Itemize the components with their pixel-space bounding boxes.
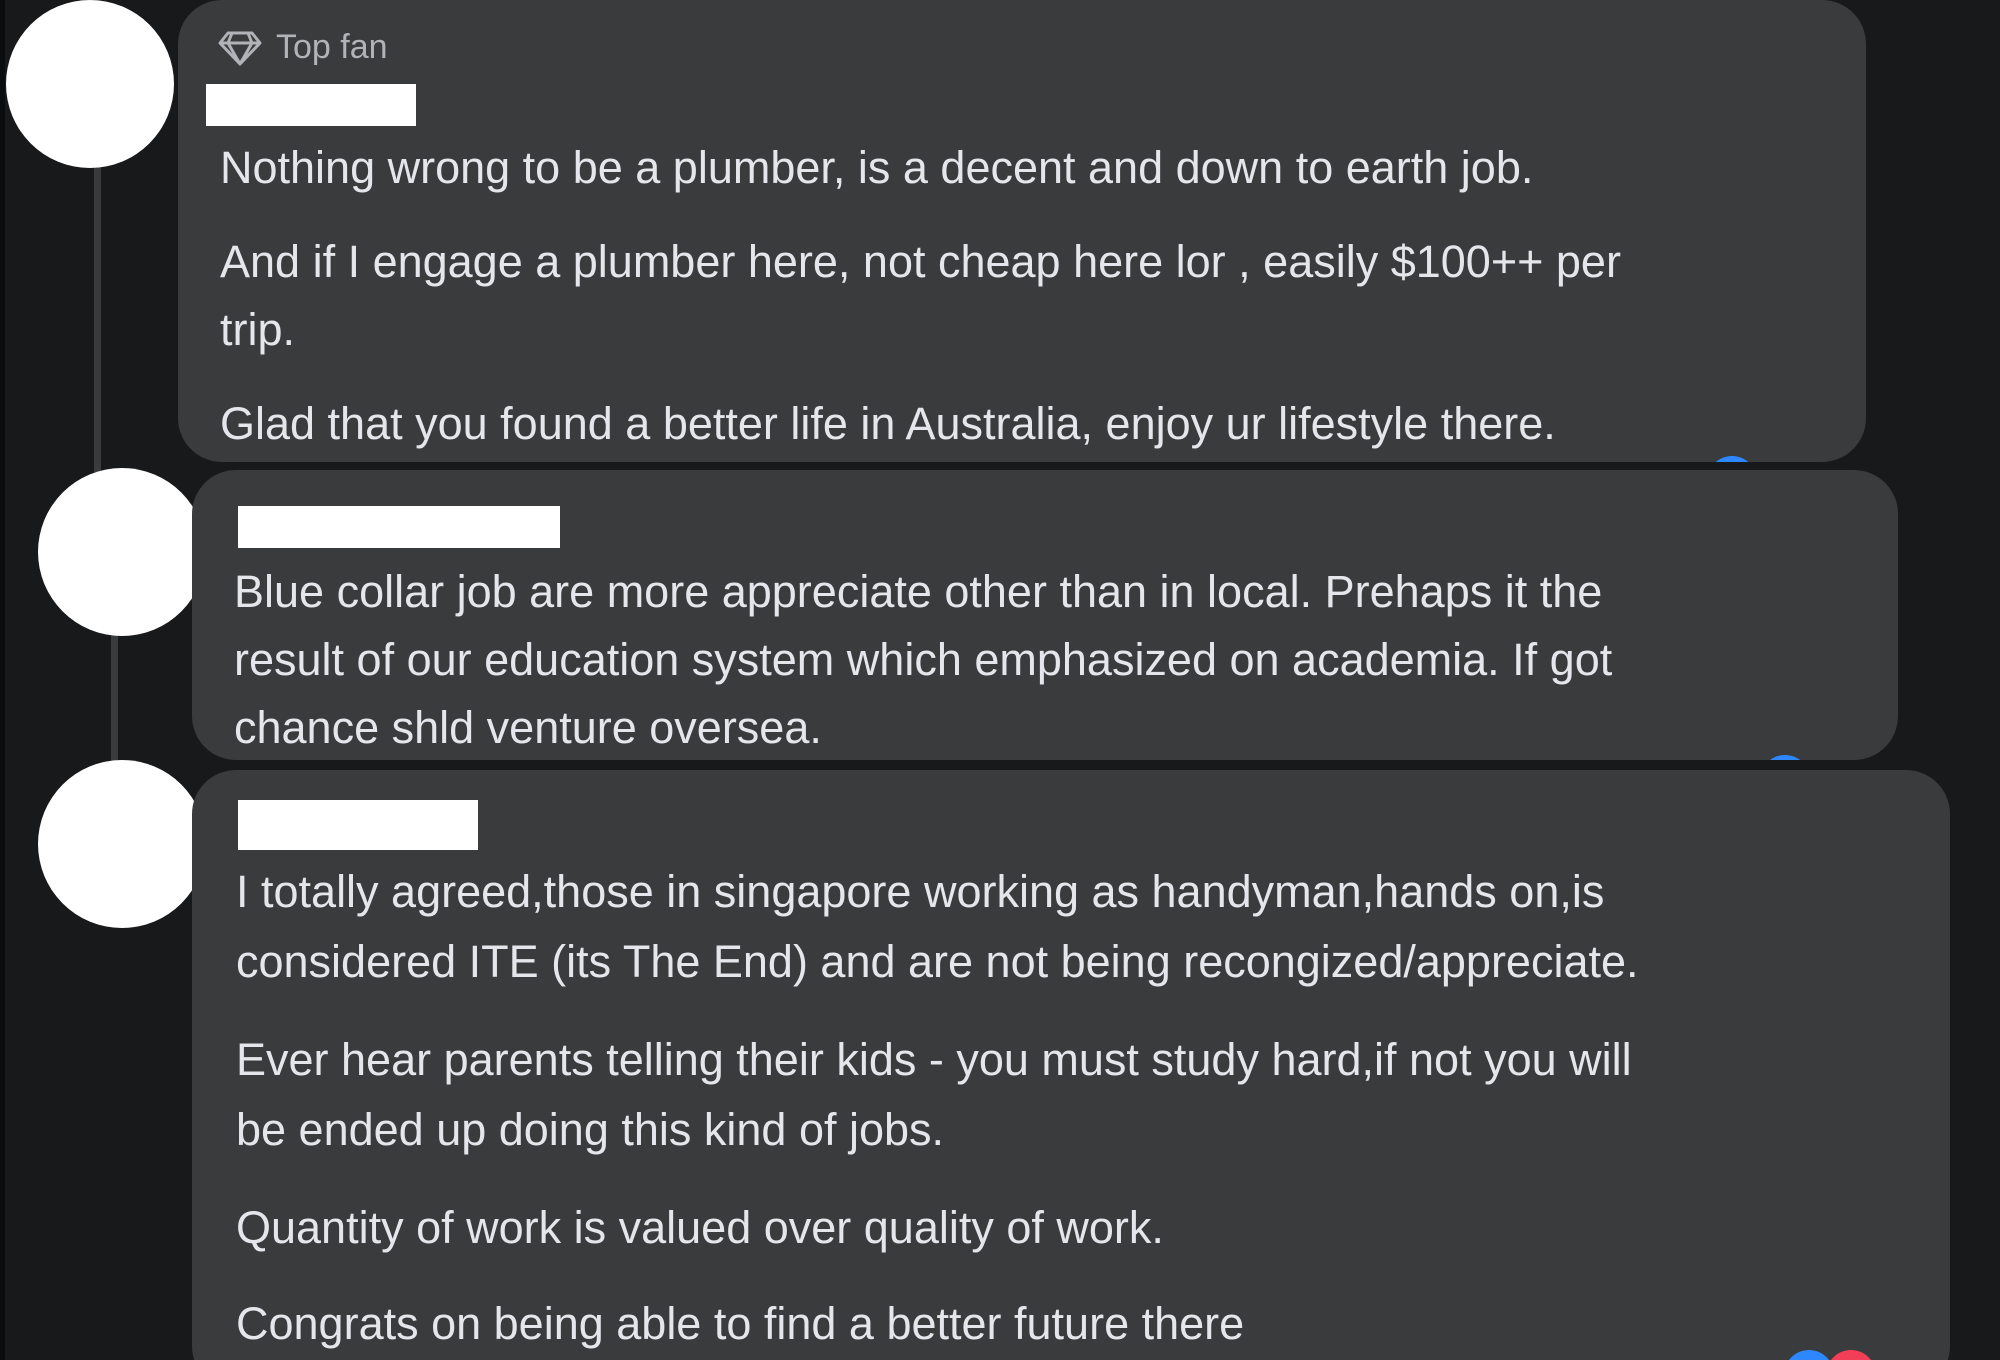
comment-bubble: I totally agreed,those in singapore work… [192, 770, 1950, 1360]
diamond-icon [218, 30, 262, 66]
comment-text: Quantity of work is valued over quality … [236, 1202, 1164, 1253]
avatar[interactable] [6, 0, 174, 168]
thread-line [111, 630, 118, 770]
avatar[interactable] [38, 468, 206, 636]
author-name-redacted[interactable] [206, 84, 416, 126]
left-edge-divider [0, 0, 5, 1360]
gap-strip [175, 462, 1895, 470]
avatar[interactable] [38, 760, 206, 928]
comment-text: trip. [220, 304, 296, 355]
comment-text: be ended up doing this kind of jobs. [236, 1104, 945, 1155]
author-name-redacted[interactable] [238, 800, 478, 850]
comment-text: Blue collar job are more appreciate othe… [234, 566, 1603, 617]
gap-strip [175, 760, 1895, 770]
comment-text: chance shld venture oversea. [234, 702, 822, 753]
comment-text: Congrats on being able to find a better … [236, 1298, 1245, 1349]
comment-text: And if I engage a plumber here, not chea… [220, 236, 1621, 287]
thread-line [94, 160, 101, 480]
comment-text: result of our education system which emp… [234, 634, 1613, 685]
top-fan-badge: Top fan [218, 28, 388, 67]
comment-text: Nothing wrong to be a plumber, is a dece… [220, 142, 1534, 193]
comment-thread: Top fan Nothing wrong to be a plumber, i… [0, 0, 2000, 1360]
comment-text: Glad that you found a better life in Aus… [220, 398, 1556, 449]
comment-bubble: Blue collar job are more appreciate othe… [192, 470, 1898, 760]
comment-text: Ever hear parents telling their kids - y… [236, 1034, 1632, 1085]
comment-text: considered ITE (its The End) and are not… [236, 936, 1639, 987]
comment-text: I totally agreed,those in singapore work… [236, 866, 1605, 917]
badge-label: Top fan [276, 28, 388, 66]
author-name-redacted[interactable] [238, 506, 560, 548]
comment-bubble: Top fan Nothing wrong to be a plumber, i… [178, 0, 1866, 462]
